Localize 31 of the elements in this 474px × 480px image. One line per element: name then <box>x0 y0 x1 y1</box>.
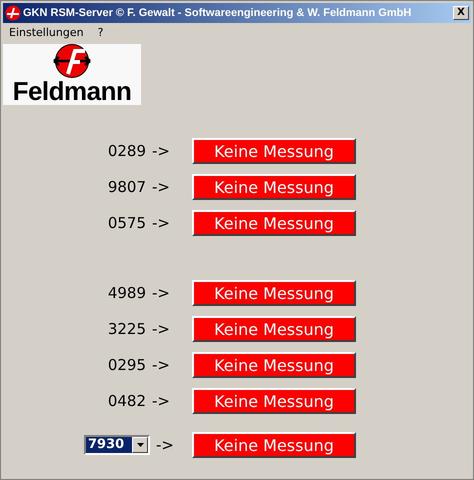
sensor-id: 4989 <box>106 284 147 302</box>
menu-item[interactable]: ? <box>98 26 104 43</box>
status-button[interactable]: Keine Messung <box>192 138 356 164</box>
sensor-id: 0482 <box>106 392 147 410</box>
logo-text: Feldmann <box>12 78 132 104</box>
status-button[interactable]: Keine Messung <box>192 432 356 458</box>
dropdown-arrow-icon <box>136 443 144 447</box>
status-button[interactable]: Keine Messung <box>192 210 356 236</box>
app-icon <box>5 5 21 21</box>
status-button[interactable]: Keine Messung <box>192 174 356 200</box>
arrow-label: -> <box>152 356 171 374</box>
arrow-label: -> <box>152 178 171 196</box>
arrow-label: -> <box>152 392 171 410</box>
arrow-label: -> <box>156 436 175 454</box>
sensor-id: 9807 <box>106 178 147 196</box>
status-button[interactable]: Keine Messung <box>192 280 356 306</box>
arrow-label: -> <box>152 284 171 302</box>
arrow-label: -> <box>152 320 171 338</box>
sensor-dropdown[interactable]: 7930 <box>84 435 150 455</box>
menu-item[interactable]: Einstellungen <box>9 26 84 43</box>
window-title: GKN RSM-Server © F. Gewalt - Softwareengineering & W. Feldmann GmbH <box>23 7 412 19</box>
status-button[interactable]: Keine Messung <box>192 316 356 342</box>
arrow-label: -> <box>152 214 171 232</box>
status-button[interactable]: Keine Messung <box>192 388 356 414</box>
arrow-label: -> <box>152 142 171 160</box>
sensor-id: 0289 <box>106 142 147 160</box>
close-button[interactable]: X <box>453 6 469 20</box>
sensor-id: 0295 <box>106 356 147 374</box>
sensor-id: 0575 <box>106 214 147 232</box>
status-button[interactable]: Keine Messung <box>192 352 356 378</box>
sensor-id: 3225 <box>106 320 147 338</box>
